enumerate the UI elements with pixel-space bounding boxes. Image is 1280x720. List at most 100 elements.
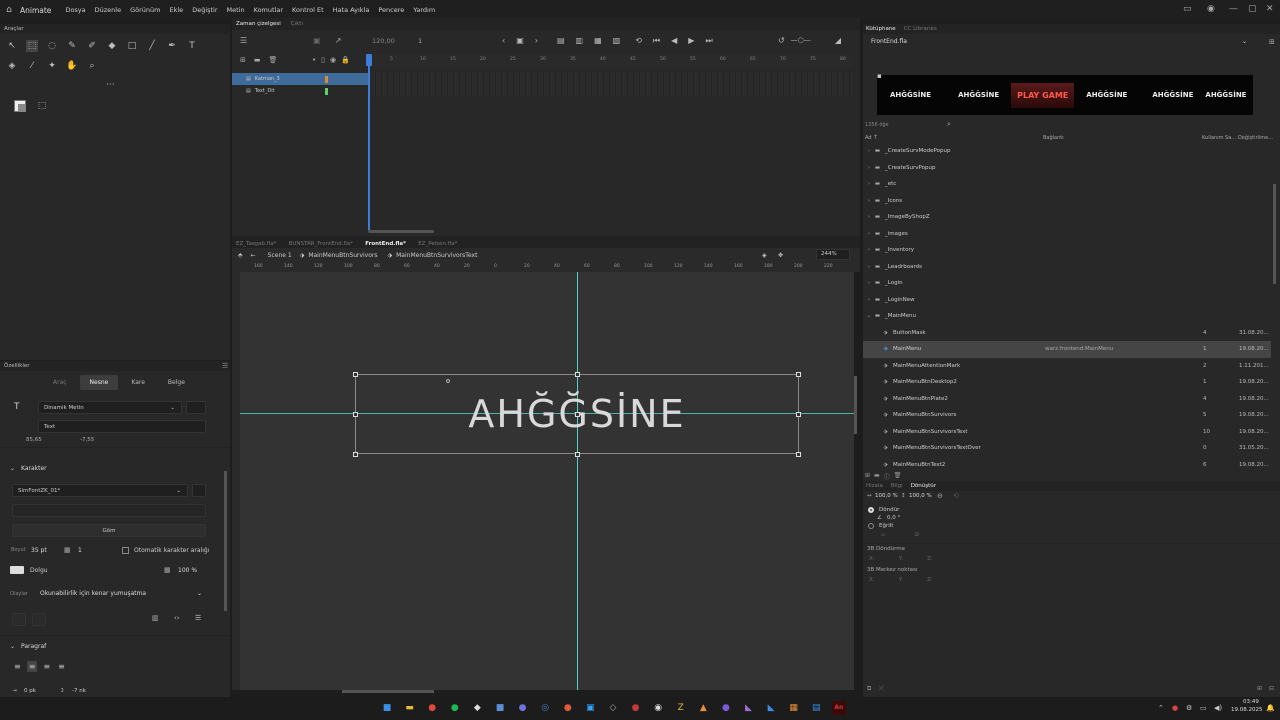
notification-icon[interactable]: 🔔 [1266,704,1275,712]
network-icon[interactable]: ▭ [1200,704,1207,712]
tab-document[interactable]: Belge [158,375,195,390]
hand-tool-icon[interactable]: ✋ [66,60,78,72]
embed-button[interactable]: Göm [12,524,206,537]
scale-width-value[interactable]: 100,0 % [875,493,898,499]
app-icon-6[interactable]: ● [719,701,733,715]
discord-icon[interactable]: ● [516,701,530,715]
outline-icon[interactable]: ▯ [321,56,325,64]
new-symbol-icon[interactable]: ⊞ [865,472,870,481]
reset-transform-icon[interactable]: ⊟ [1269,685,1274,692]
next-keyframe-icon[interactable]: › [535,36,538,46]
menu-window[interactable]: Pencere [378,6,404,14]
menu-commands[interactable]: Komutlar [254,6,283,14]
scale-height-value[interactable]: 100,0 % [909,493,932,499]
resize-handle-r[interactable] [796,412,801,417]
fps-value[interactable]: 120,00 [372,37,395,45]
font-style-select[interactable] [12,504,206,517]
column-linkage[interactable]: Bağlantı [1043,135,1064,141]
prev-keyframe-icon[interactable]: ‹ [502,36,505,46]
resize-handle-br[interactable] [796,452,801,457]
fill-percent[interactable]: 100 % [178,567,197,574]
font-family-select[interactable]: SimFontZK_01* ⌄ [12,484,188,497]
animate-icon[interactable]: An [831,701,846,715]
resize-handle-center[interactable] [575,412,580,417]
epic-icon[interactable]: ◆ [470,701,484,715]
resize-handle-l[interactable] [353,412,358,417]
menu-edit[interactable]: Düzenle [95,6,121,14]
antialias-select[interactable]: Okunabilirlik için kenar yumuşatma ⌄ [36,588,206,600]
menu-text[interactable]: Metin [227,6,245,14]
vscode-icon[interactable]: ◣ [764,701,778,715]
new-layer-icon[interactable]: ⊞ [240,56,246,64]
tab-transform[interactable]: Dönüştür [911,483,936,489]
windows-start-icon[interactable]: ■ [380,701,394,715]
align-justify-icon[interactable]: ≡ [56,661,67,672]
eraser-tool-icon[interactable]: ◆ [106,40,118,52]
layer-name[interactable]: Text_Dit [255,88,275,94]
app-icon-5[interactable]: ▲ [696,701,710,715]
line-spacing-value[interactable]: -7 nk [72,688,86,694]
tab-frame[interactable]: Kare [118,375,158,390]
paint-brush-tool-icon[interactable]: ✐ [86,40,98,52]
layer-color-swatch[interactable] [325,87,328,95]
pin-icon[interactable]: ⊞ [1269,38,1275,46]
delete-layer-icon[interactable]: 🗑 [269,56,278,64]
onion-skin-icon[interactable]: ▤ [557,36,565,46]
expand-chevron-icon[interactable]: › [865,165,873,171]
tray-settings-icon[interactable]: ⚙ [1186,704,1192,712]
resize-handle-bl[interactable] [353,452,358,457]
library-item[interactable]: › ▬ _Leadrboards [863,259,1271,276]
library-item[interactable]: ⬗ MainMenuBtnSurvivorsTextOver 0 31.05.20..… [863,440,1271,457]
guide-vertical[interactable] [577,272,578,690]
align-right-icon[interactable]: ≡ [41,661,52,672]
playhead-handle[interactable] [366,54,372,66]
tab-library[interactable]: Kütüphane [866,26,896,32]
clip-icon[interactable]: ◈ [762,252,767,259]
resize-handle-t[interactable] [575,372,580,377]
tray-app-icon[interactable]: ● [1172,704,1178,712]
lasso-tool-icon[interactable]: ◌ [46,40,58,52]
library-item[interactable]: ⬗ MainMenu warz.frontend.MainMenu 1 19.08.20… [863,341,1271,358]
doc-tab-4[interactable]: EZ_Pelsen.fla* [418,241,457,247]
maximize-icon[interactable]: ▢ [1248,4,1257,14]
resize-handle-b[interactable] [575,452,580,457]
center-stage-icon[interactable]: ✥ [778,252,783,259]
expand-chevron-icon[interactable]: › [865,247,873,253]
border-icon[interactable]: ▥ [152,614,159,622]
play-icon[interactable]: ▶ [688,36,694,46]
highlight-icon[interactable]: • [312,56,316,64]
tab-timeline[interactable]: Zaman çizelgesi [236,21,281,27]
zoom-select[interactable]: 244% [816,249,850,260]
rectangle-tool-icon[interactable]: □ [126,40,138,52]
scene-link[interactable]: Scene 1 [268,252,292,259]
embed-code-icon[interactable]: ‹› [174,614,180,622]
layer-row-katman3[interactable]: ▤ Katman_3 [232,73,368,85]
constrain-icon[interactable]: ⊖ [937,492,943,500]
frame-grid[interactable] [370,73,852,97]
library-file-select[interactable]: FrontEnd.fla ⌄ [867,37,1251,48]
selectable-button[interactable] [12,613,26,626]
file-explorer-icon[interactable]: ▬ [403,701,417,715]
character-collapse-icon[interactable]: ⌄ [10,465,15,472]
doc-tab-2[interactable]: BUNSTAR_FrontEnd.fla* [289,241,353,247]
tab-info[interactable]: Bilgi [891,483,903,489]
menu-insert[interactable]: Ekle [170,6,184,14]
center-frame-icon[interactable]: ↺ [778,36,785,45]
expand-chevron-icon[interactable]: › [865,181,873,187]
y-value[interactable]: -7,55 [80,437,94,443]
layers-icon[interactable]: ☰ [240,36,247,45]
photoshop-icon[interactable]: ▣ [583,701,597,715]
spotify-icon[interactable]: ● [448,701,462,715]
tab-align[interactable]: Hizala [866,483,883,489]
properties-lib-icon[interactable]: ⓘ [884,472,890,481]
align-center-icon[interactable]: ≡ [26,661,38,672]
fill-color-swatch[interactable] [10,566,24,574]
brush-tool-icon[interactable]: ✎ [66,40,78,52]
auto-kern-checkbox[interactable] [122,547,129,554]
steam-icon[interactable]: ◎ [538,701,552,715]
letter-spacing-value[interactable]: 1 [78,547,82,554]
onion-range-icon[interactable]: ▧ [613,36,621,46]
timeline-collapse-icon[interactable]: ◢ [835,36,841,45]
playhead[interactable] [368,54,370,230]
new-folder-icon[interactable]: ▬ [254,56,261,64]
